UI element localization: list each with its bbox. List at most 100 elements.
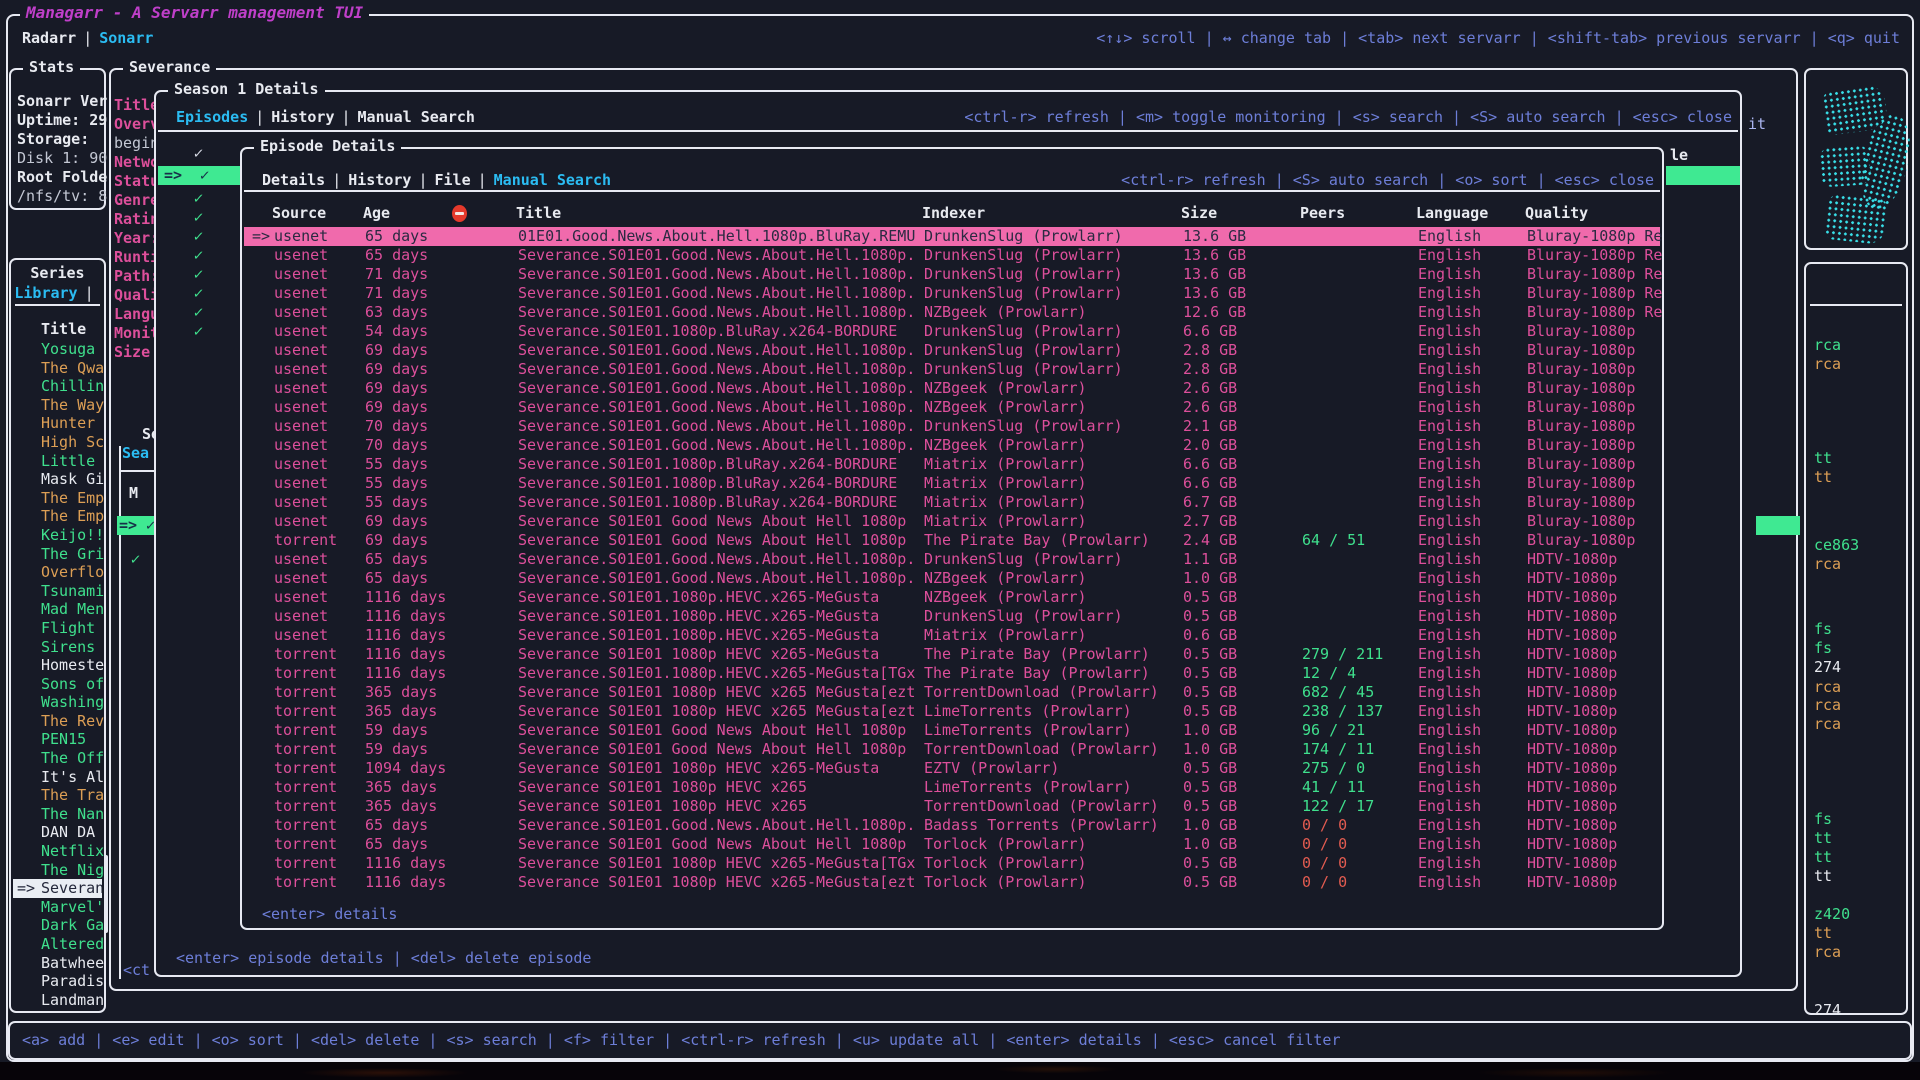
result-row[interactable]: torrent65 daysSeverance S01E01 Good News…	[244, 835, 1660, 854]
result-row[interactable]: usenet69 daysSeverance.S01E01.Good.News.…	[244, 360, 1660, 379]
series-scrollbar-thumb[interactable]	[104, 855, 108, 933]
result-row[interactable]: usenet69 daysSeverance.S01E01.Good.News.…	[244, 341, 1660, 360]
result-row[interactable]: usenet55 daysSeverance.S01E01.1080p.BluR…	[244, 493, 1660, 512]
episode-monitored-check: ✓	[194, 208, 203, 226]
tab-season-history[interactable]: History	[271, 108, 334, 126]
series-list-item[interactable]: =>Severan	[13, 879, 102, 898]
result-row[interactable]: torrent365 daysSeverance S01E01 1080p HE…	[244, 797, 1660, 816]
series-list-item[interactable]: Netflix	[11, 842, 104, 861]
tab-history[interactable]: History	[348, 171, 411, 189]
tab-season-manual-search[interactable]: Manual Search	[358, 108, 475, 126]
result-row[interactable]: usenet69 daysSeverance S01E01 Good News …	[244, 512, 1660, 531]
result-row[interactable]: torrent1116 daysSeverance S01E01 1080p H…	[244, 854, 1660, 873]
tab-library[interactable]: Library|	[11, 284, 104, 302]
clipped-text-fragment: 274	[1814, 658, 1841, 676]
tab-details[interactable]: Details	[262, 171, 325, 189]
series-list-item[interactable]: Dark Ga	[11, 916, 104, 935]
result-row[interactable]: usenet1116 daysSeverance.S01E01.1080p.HE…	[244, 588, 1660, 607]
clipped-text-fragment: tt	[1814, 468, 1832, 486]
series-list-item[interactable]: Marvel'	[11, 898, 104, 917]
series-list-item[interactable]: Tsunami	[11, 582, 104, 601]
series-list-item[interactable]: Altered	[11, 935, 104, 954]
result-row[interactable]: usenet1116 daysSeverance.S01E01.1080p.HE…	[244, 607, 1660, 626]
series-list-item[interactable]: Hunter	[11, 414, 104, 433]
result-row[interactable]: torrent69 daysSeverance S01E01 Good News…	[244, 531, 1660, 550]
result-row[interactable]: usenet65 daysSeverance.S01E01.Good.News.…	[244, 550, 1660, 569]
rejected-icon	[452, 205, 467, 222]
episode-header-check: ✓	[194, 144, 203, 162]
result-row[interactable]: usenet65 daysSeverance.S01E01.Good.News.…	[244, 246, 1660, 265]
tab-radarr[interactable]: Radarr	[22, 29, 76, 47]
selected-episode-row-fragment[interactable]: => ✓	[158, 166, 242, 185]
series-list-item[interactable]: High Sc	[11, 433, 104, 452]
series-list-item[interactable]: The Rev	[11, 712, 104, 731]
series-list-item[interactable]: PEN15	[11, 730, 104, 749]
result-row[interactable]: usenet69 daysSeverance.S01E01.Good.News.…	[244, 379, 1660, 398]
series-list-item[interactable]: Chillin	[11, 377, 104, 396]
clipped-text-fragment: fs	[1814, 810, 1832, 828]
result-row[interactable]: torrent365 daysSeverance S01E01 1080p HE…	[244, 683, 1660, 702]
result-row[interactable]: usenet55 daysSeverance.S01E01.1080p.BluR…	[244, 474, 1660, 493]
series-list-item[interactable]: Sons of	[11, 675, 104, 694]
selected-episode-row-right-fragment	[1666, 166, 1740, 185]
series-list-item[interactable]: The Emp	[11, 489, 104, 508]
series-list-item[interactable]: Paradis	[11, 972, 104, 991]
series-list-item[interactable]: The Off	[11, 749, 104, 768]
tab-file[interactable]: File	[435, 171, 471, 189]
result-row[interactable]: usenet63 daysSeverance.S01E01.Good.News.…	[244, 303, 1660, 322]
series-list-item[interactable]: DAN DA	[11, 823, 104, 842]
result-row[interactable]: torrent1094 daysSeverance S01E01 1080p H…	[244, 759, 1660, 778]
result-row[interactable]: usenet71 daysSeverance.S01E01.Good.News.…	[244, 284, 1660, 303]
stats-line: Root Folde	[17, 168, 102, 187]
result-row[interactable]: torrent59 daysSeverance S01E01 Good News…	[244, 721, 1660, 740]
result-row[interactable]: usenet69 daysSeverance.S01E01.Good.News.…	[244, 398, 1660, 417]
result-row[interactable]: torrent365 daysSeverance S01E01 1080p HE…	[244, 778, 1660, 797]
series-list-item[interactable]: The Qwa	[11, 359, 104, 378]
tab-manual-search[interactable]: Manual Search	[494, 171, 611, 189]
series-list-item[interactable]: The Tra	[11, 786, 104, 805]
tab-episodes[interactable]: Episodes	[176, 108, 248, 126]
stats-panel: Stats Sonarr VerUptime: 29Storage:Disk 1…	[9, 68, 106, 210]
result-row[interactable]: usenet70 daysSeverance.S01E01.Good.News.…	[244, 417, 1660, 436]
series-list-item[interactable]: Landman	[11, 991, 104, 1010]
episode-keybindings: <ctrl-r> refresh | <S> auto search | <o>…	[1121, 171, 1654, 190]
result-row[interactable]: torrent365 daysSeverance S01E01 1080p HE…	[244, 702, 1660, 721]
series-list-item[interactable]: The Nig	[11, 861, 104, 880]
result-row[interactable]: torrent1116 daysSeverance S01E01 1080p H…	[244, 645, 1660, 664]
selected-season-row-fragment[interactable]: => ✓	[117, 516, 159, 535]
result-row[interactable]: torrent59 daysSeverance S01E01 Good News…	[244, 740, 1660, 759]
result-row[interactable]: torrent1116 daysSeverance S01E01 1080p H…	[244, 873, 1660, 892]
series-list-item[interactable]: Homeste	[11, 656, 104, 675]
series-list-item[interactable]: Little	[11, 452, 104, 471]
result-row[interactable]: usenet54 daysSeverance.S01E01.1080p.BluR…	[244, 322, 1660, 341]
result-row[interactable]: usenet65 daysSeverance.S01E01.Good.News.…	[244, 569, 1660, 588]
tab-separator: |	[76, 29, 99, 47]
result-row[interactable]: =>usenet65 days01E01.Good.News.About.Hel…	[244, 227, 1660, 246]
series-list-item[interactable]: Yosuga	[11, 340, 104, 359]
series-list-item[interactable]: Batwhee	[11, 954, 104, 973]
tab-sonarr[interactable]: Sonarr	[99, 29, 153, 47]
series-list-item[interactable]: Keijo!!	[11, 526, 104, 545]
clipped-text-fragment: fs	[1814, 620, 1832, 638]
result-row[interactable]: torrent65 daysSeverance.S01E01.Good.News…	[244, 816, 1660, 835]
result-row[interactable]: torrent1116 daysSeverance.S01E01.1080p.H…	[244, 664, 1660, 683]
result-row[interactable]: usenet55 daysSeverance.S01E01.1080p.BluR…	[244, 455, 1660, 474]
episode-popup-title: Episode Details	[254, 137, 401, 155]
series-list-item[interactable]: Mask Gi	[11, 470, 104, 489]
clipped-text-fragment: z420	[1814, 905, 1850, 923]
series-list-item[interactable]: The Emp	[11, 507, 104, 526]
series-list-item[interactable]: The Nan	[11, 805, 104, 824]
series-list-item[interactable]: The Way	[11, 396, 104, 415]
clipped-text-fragment: rca	[1814, 336, 1841, 354]
series-list-item[interactable]: The Gri	[11, 545, 104, 564]
series-list-item[interactable]: Overflo	[11, 563, 104, 582]
series-list-item[interactable]: Flight	[11, 619, 104, 638]
series-list-item[interactable]: Washing	[11, 693, 104, 712]
series-list-item[interactable]: Mad Men	[11, 600, 104, 619]
series-list-item[interactable]: Sirens	[11, 638, 104, 657]
result-row[interactable]: usenet70 daysSeverance.S01E01.Good.News.…	[244, 436, 1660, 455]
episode-monitored-check: ✓	[194, 227, 203, 245]
series-list-item[interactable]: It's Al	[11, 768, 104, 787]
result-row[interactable]: usenet71 daysSeverance.S01E01.Good.News.…	[244, 265, 1660, 284]
result-row[interactable]: usenet1116 daysSeverance.S01E01.1080p.HE…	[244, 626, 1660, 645]
